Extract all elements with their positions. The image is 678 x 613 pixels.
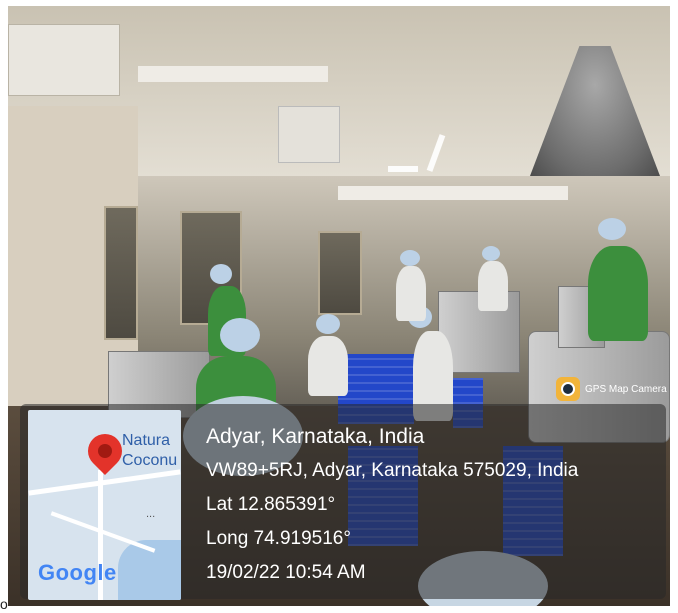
location-address: VW89+5RJ, Adyar, Karnataka 575029, India [206, 460, 579, 481]
longitude: Long 74.919516° [206, 528, 351, 549]
worker-cap [598, 218, 626, 240]
worker-cap [210, 264, 232, 284]
worker-cap [316, 314, 340, 334]
worker [308, 336, 348, 396]
worker [478, 261, 508, 311]
map-pin-center [98, 444, 112, 458]
worker-cap [400, 250, 420, 266]
app-badge-text: GPS Map Camera [585, 384, 667, 395]
duct [138, 66, 328, 82]
map-label: Coconu [122, 452, 178, 469]
edge-mark: o [0, 596, 8, 612]
window [104, 206, 138, 340]
worker [396, 266, 426, 321]
latitude: Lat 12.865391° [206, 494, 336, 515]
ceiling-vent [8, 24, 120, 96]
window [318, 231, 362, 315]
map-label: Natura [122, 432, 171, 449]
worker-cap [482, 246, 500, 261]
worker [588, 246, 648, 341]
location-title: Adyar, Karnataka, India [206, 425, 425, 448]
map-dots: ... [146, 508, 156, 520]
duct [338, 186, 568, 200]
geotag-text: Adyar, Karnataka, India VW89+5RJ, Adyar,… [206, 425, 578, 595]
map-road [50, 511, 156, 553]
ac-unit [278, 106, 340, 163]
camera-lens [561, 382, 575, 396]
tube-light [388, 166, 418, 172]
worker-cap [220, 318, 260, 352]
map-thumbnail: Natura Coconu ... Google [28, 410, 181, 600]
datetime: 19/02/22 10:54 AM [206, 562, 366, 583]
google-logo: Google [38, 560, 117, 585]
